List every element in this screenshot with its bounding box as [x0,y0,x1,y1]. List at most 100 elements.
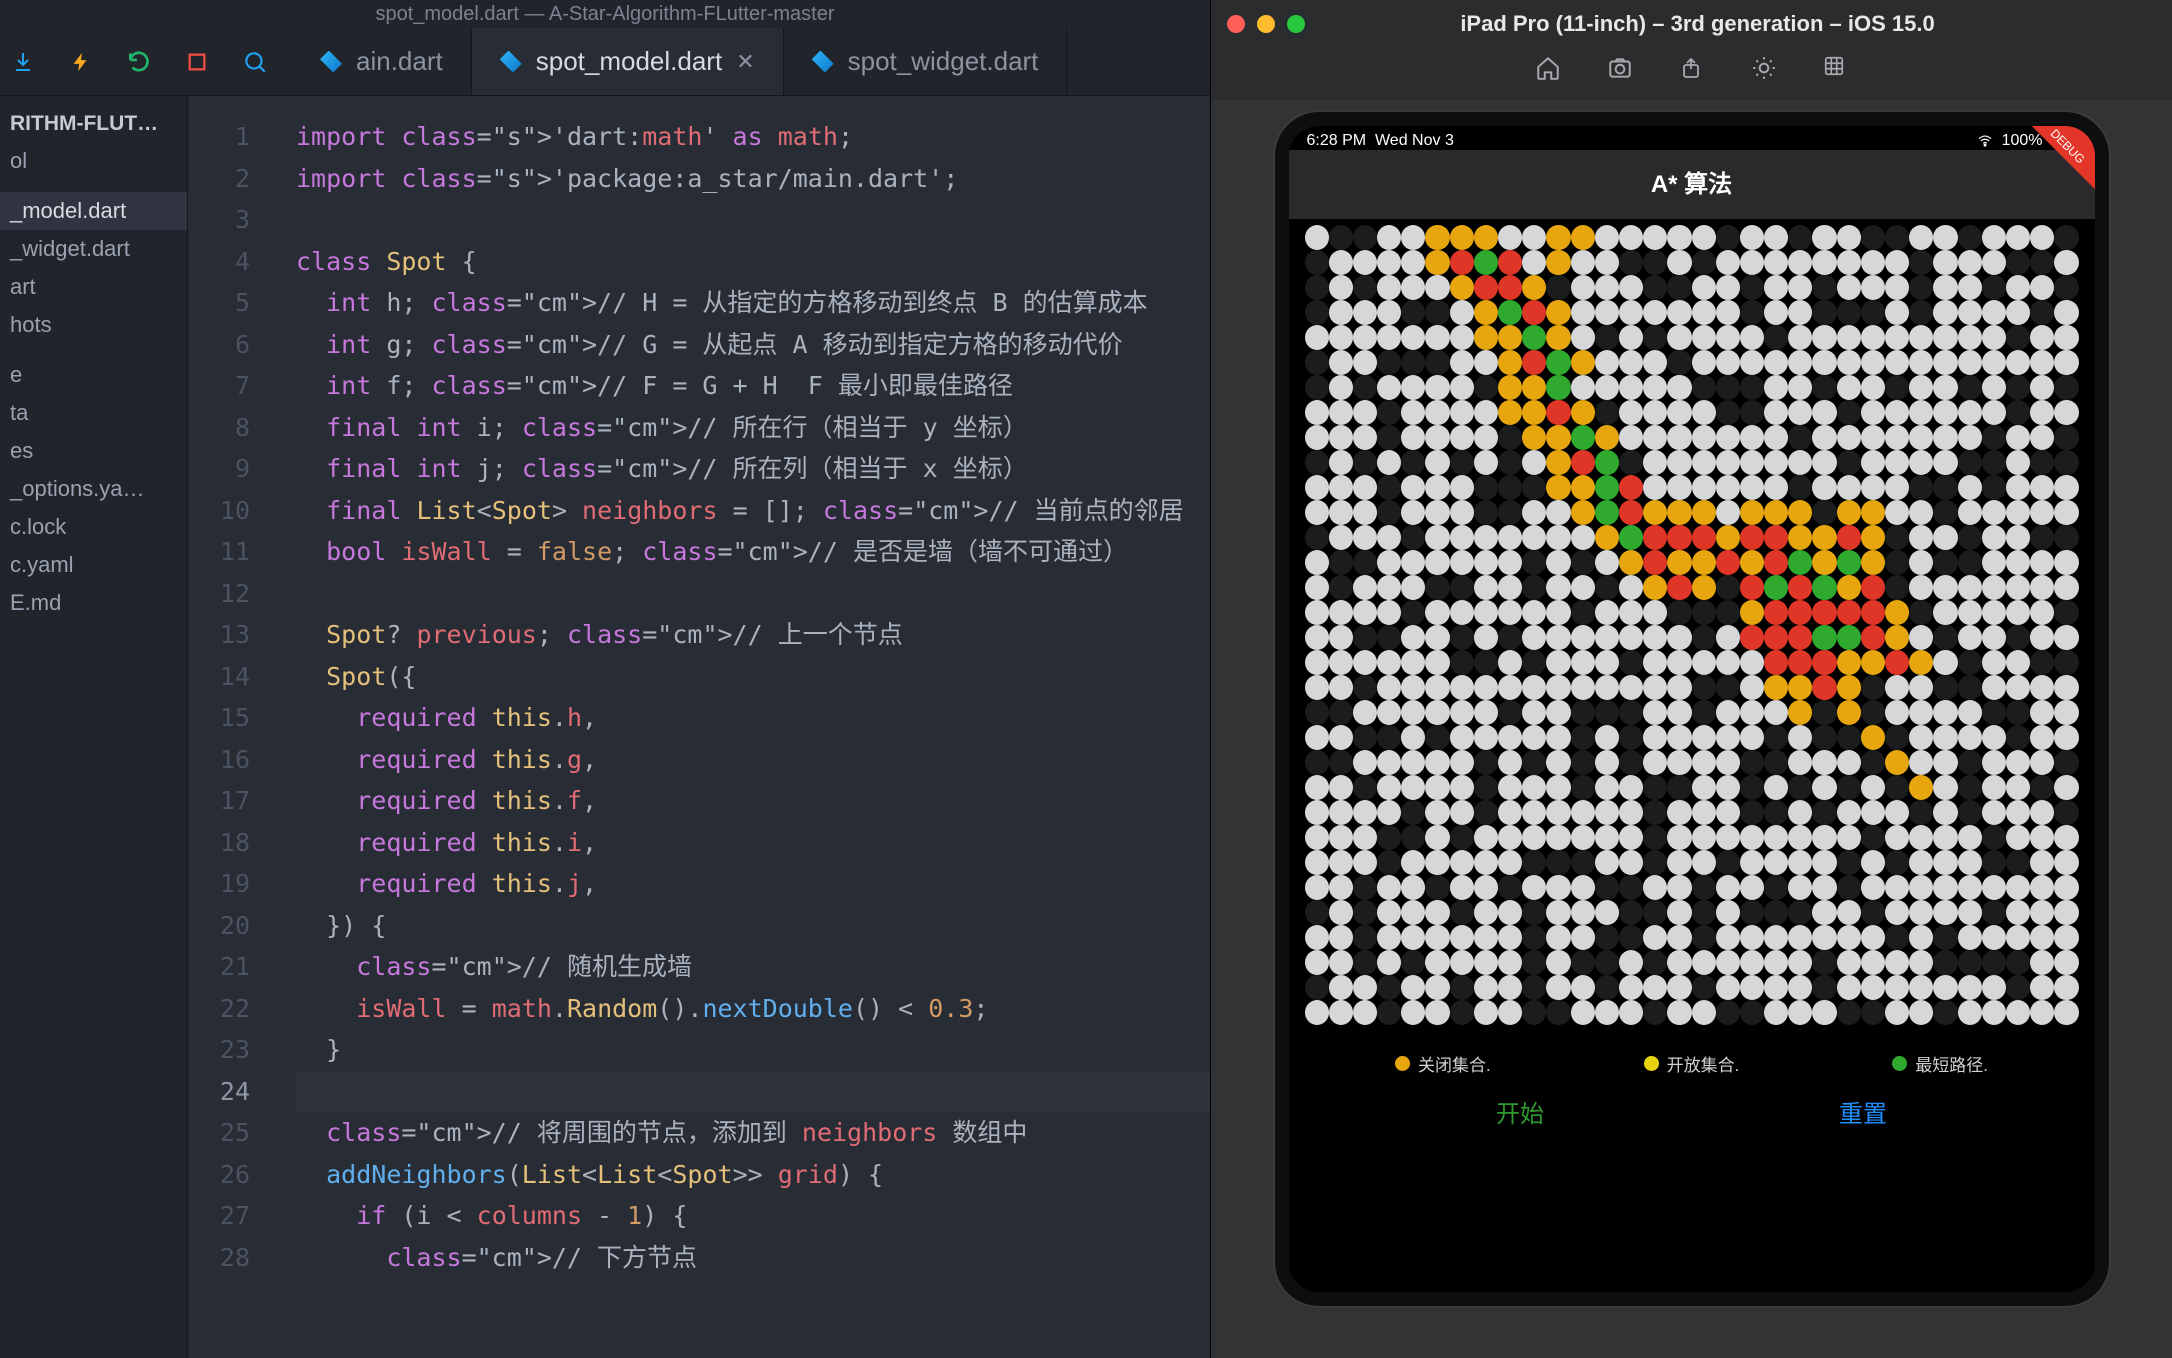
grid-cell[interactable] [1522,600,1546,625]
grid-cell[interactable] [1329,400,1353,425]
home-icon[interactable] [1535,55,1561,81]
grid-cell[interactable] [1643,475,1667,500]
grid-cell[interactable] [1740,875,1764,900]
grid-cell[interactable] [1329,650,1353,675]
grid-cell[interactable] [1498,525,1522,550]
grid-cell[interactable] [1667,950,1691,975]
grid-cell[interactable] [1401,650,1425,675]
grid-cell[interactable] [1353,350,1377,375]
grid-cell[interactable] [1764,325,1788,350]
grid-cell[interactable] [1982,300,2006,325]
grid-cell[interactable] [1692,600,1716,625]
grid-cell[interactable] [1740,675,1764,700]
grid-cell[interactable] [1546,975,1570,1000]
grid-cell[interactable] [1595,1000,1619,1025]
grid-cell[interactable] [1643,625,1667,650]
grid-cell[interactable] [1425,250,1449,275]
grid-cell[interactable] [2006,375,2030,400]
grid-cell[interactable] [1933,825,1957,850]
grid-cell[interactable] [1909,1000,1933,1025]
grid-cell[interactable] [1595,825,1619,850]
grid-cell[interactable] [1861,825,1885,850]
grid-cell[interactable] [1692,350,1716,375]
grid-cell[interactable] [1933,775,1957,800]
grid-cell[interactable] [1522,425,1546,450]
grid-cell[interactable] [2054,700,2078,725]
grid-cell[interactable] [1982,525,2006,550]
grid-cell[interactable] [2054,850,2078,875]
grid-cell[interactable] [2006,750,2030,775]
grid-cell[interactable] [1425,275,1449,300]
grid-cell[interactable] [1740,825,1764,850]
grid-cell[interactable] [2006,250,2030,275]
grid-cell[interactable] [1837,925,1861,950]
grid-cell[interactable] [2006,600,2030,625]
grid-cell[interactable] [1522,225,1546,250]
grid-cell[interactable] [1498,825,1522,850]
grid-cell[interactable] [1474,475,1498,500]
grid-cell[interactable] [1401,925,1425,950]
grid-cell[interactable] [1933,275,1957,300]
grid-cell[interactable] [1958,775,1982,800]
grid-cell[interactable] [1982,700,2006,725]
grid-cell[interactable] [1595,675,1619,700]
grid-cell[interactable] [1329,450,1353,475]
grid-cell[interactable] [1329,475,1353,500]
grid-cell[interactable] [1401,250,1425,275]
grid-cell[interactable] [1740,700,1764,725]
grid-cell[interactable] [1740,300,1764,325]
grid-cell[interactable] [1619,500,1643,525]
grid-cell[interactable] [1353,650,1377,675]
grid-cell[interactable] [1619,775,1643,800]
grid-cell[interactable] [1401,550,1425,575]
grid-cell[interactable] [1716,525,1740,550]
grid-cell[interactable] [2006,225,2030,250]
grid-cell[interactable] [1595,975,1619,1000]
grid-cell[interactable] [1812,575,1836,600]
grid-cell[interactable] [1450,900,1474,925]
grid-cell[interactable] [1377,650,1401,675]
grid-cell[interactable] [2054,600,2078,625]
grid-cell[interactable] [1450,625,1474,650]
grid-cell[interactable] [1450,250,1474,275]
grid-cell[interactable] [1401,700,1425,725]
minimize-window-icon[interactable] [1257,15,1275,33]
grid-cell[interactable] [1619,400,1643,425]
grid-cell[interactable] [1933,250,1957,275]
grid-cell[interactable] [1982,575,2006,600]
grid-cell[interactable] [1619,675,1643,700]
grid-cell[interactable] [1837,250,1861,275]
grid-cell[interactable] [1885,725,1909,750]
grid-cell[interactable] [1933,300,1957,325]
grid-cell[interactable] [1933,475,1957,500]
grid-cell[interactable] [1377,500,1401,525]
grid-cell[interactable] [1619,625,1643,650]
stop-icon[interactable] [184,49,210,75]
grid-cell[interactable] [1377,325,1401,350]
grid-cell[interactable] [1933,625,1957,650]
grid-cell[interactable] [1498,275,1522,300]
grid-cell[interactable] [1909,600,1933,625]
grid-cell[interactable] [1643,250,1667,275]
grid-cell[interactable] [1958,250,1982,275]
grid-cell[interactable] [1812,600,1836,625]
grid-cell[interactable] [1740,850,1764,875]
grid-cell[interactable] [1812,925,1836,950]
grid-cell[interactable] [1982,275,2006,300]
grid-cell[interactable] [1522,300,1546,325]
grid-cell[interactable] [1716,950,1740,975]
grid-cell[interactable] [1377,925,1401,950]
grid-cell[interactable] [1498,250,1522,275]
grid-cell[interactable] [1643,275,1667,300]
grid-cell[interactable] [1643,850,1667,875]
sidebar-item[interactable]: art [0,268,187,306]
grid-cell[interactable] [1716,1000,1740,1025]
grid-cell[interactable] [1450,300,1474,325]
grid-cell[interactable] [1425,850,1449,875]
grid-cell[interactable] [1788,775,1812,800]
grid-cell[interactable] [1546,550,1570,575]
grid-cell[interactable] [1595,575,1619,600]
grid-cell[interactable] [1595,600,1619,625]
grid-cell[interactable] [1353,300,1377,325]
grid-cell[interactable] [1667,325,1691,350]
